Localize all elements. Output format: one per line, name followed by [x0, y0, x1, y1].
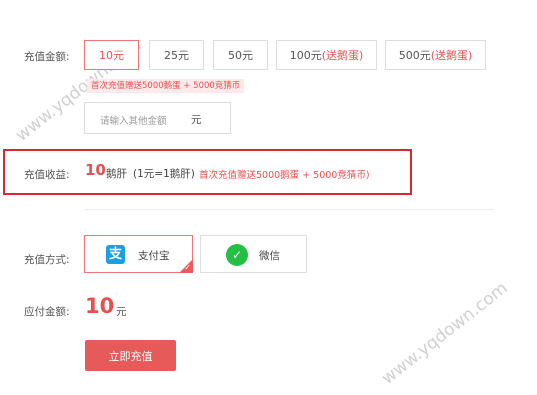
- section-divider: [84, 209, 494, 210]
- first-recharge-promo-tip: 首次充值赠送5000鹅蛋 + 5000竞猜币: [87, 79, 245, 93]
- amount-option-50[interactable]: 50元: [213, 40, 268, 70]
- amount-option-text: 100元: [289, 49, 322, 62]
- amount-due-label: 应付金额:: [24, 306, 70, 318]
- amount-option-25[interactable]: 25元: [149, 40, 204, 70]
- recharge-amount-label: 充值金额:: [24, 51, 70, 63]
- payment-method-label: 充值方式:: [24, 254, 70, 266]
- amount-due-value: 10: [85, 294, 115, 318]
- custom-amount-input[interactable]: 请输入其他金额 元: [84, 102, 231, 134]
- payment-option-label: 微信: [259, 250, 280, 262]
- payment-option-wechat[interactable]: ✓ 微信: [200, 235, 307, 273]
- recharge-now-label: 立即充值: [108, 349, 153, 363]
- recharge-income-label: 充值收益:: [24, 169, 70, 181]
- amount-option-text: 500元: [398, 49, 431, 62]
- amount-option-tag: (送鹅蛋): [430, 49, 473, 62]
- custom-amount-unit: 元: [191, 114, 202, 126]
- recharge-income-unit: 鹅肝: [106, 168, 127, 180]
- recharge-income-value: 10: [85, 161, 106, 179]
- recharge-income-promo: 首次充值赠送5000鹅蛋 + 5000竞猜币): [199, 170, 370, 181]
- payment-option-alipay[interactable]: 支 支付宝 ✓: [84, 235, 193, 273]
- check-icon: ✓: [184, 263, 191, 272]
- watermark-bottom: www.yqdown.com: [378, 278, 512, 389]
- amount-option-text: 25元: [164, 49, 189, 62]
- payment-option-label: 支付宝: [138, 250, 170, 262]
- amount-option-500[interactable]: 500元 (送鹅蛋): [385, 40, 486, 70]
- custom-amount-placeholder: 请输入其他金额: [100, 116, 167, 127]
- amount-option-text: 50元: [228, 49, 253, 62]
- amount-option-text: 10元: [99, 49, 124, 62]
- recharge-income-rate: (1元=1鹅肝): [133, 168, 195, 180]
- amount-option-10[interactable]: 10元: [84, 40, 139, 70]
- amount-option-tag: (送鹅蛋): [321, 49, 364, 62]
- alipay-icon: 支: [106, 245, 125, 264]
- amount-option-100[interactable]: 100元 (送鹅蛋): [276, 40, 377, 70]
- recharge-now-button[interactable]: 立即充值: [85, 340, 176, 371]
- amount-due-unit: 元: [116, 306, 127, 318]
- wechat-icon: ✓: [226, 244, 248, 266]
